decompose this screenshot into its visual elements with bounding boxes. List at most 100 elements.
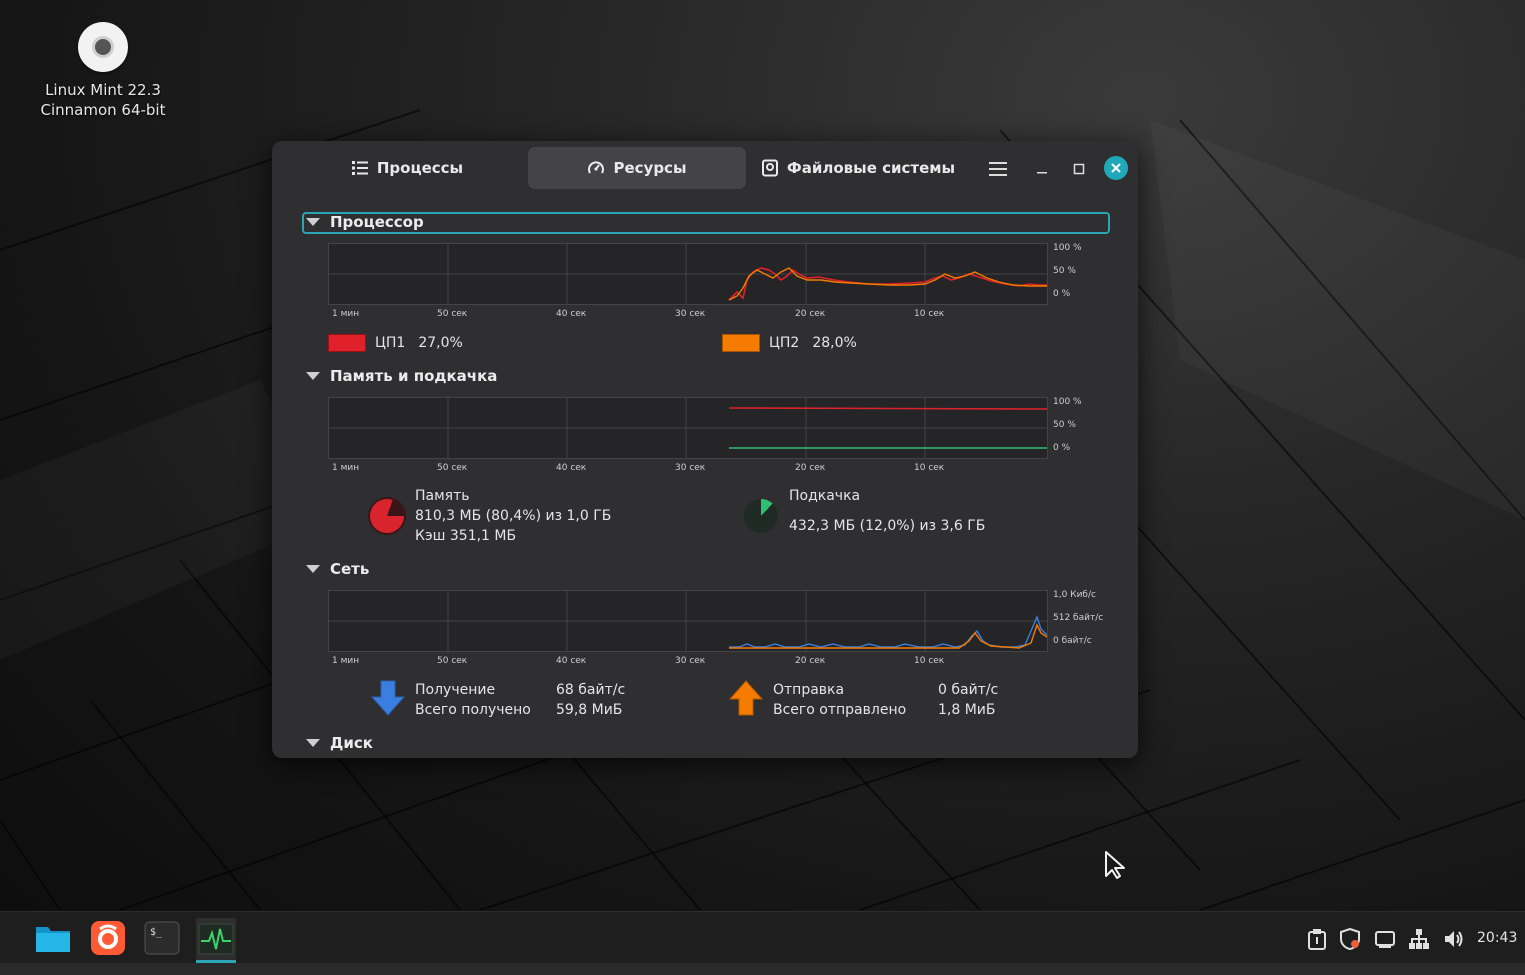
- memory-value: 810,3 МБ (80,4%) из 1,0 ГБ: [415, 508, 612, 524]
- swap-value: 432,3 МБ (12,0%) из 3,6 ГБ: [789, 518, 986, 534]
- desktop-icon-linux-mint-disc[interactable]: Linux Mint 22.3 Cinnamon 64-bit: [30, 22, 176, 120]
- cpu-y-tick: 100 %: [1053, 243, 1082, 253]
- disk-icon: [761, 159, 778, 177]
- memory-y-tick: 0 %: [1053, 443, 1071, 453]
- send-arrow-icon[interactable]: [729, 680, 763, 716]
- memory-time-tick: 40 сек: [556, 463, 587, 473]
- send-values: 0 байт/с 1,8 МиБ: [938, 680, 998, 720]
- cpu1-color-swatch[interactable]: [328, 334, 366, 352]
- tab-processes[interactable]: Процессы: [322, 147, 492, 189]
- disk-section-title: Диск: [330, 734, 373, 752]
- taskbar-firefox-button[interactable]: [88, 918, 128, 958]
- shield-update-icon[interactable]: [1339, 928, 1361, 950]
- network-section-title: Сеть: [330, 560, 370, 578]
- memory-section-header[interactable]: Память и подкачка: [306, 367, 497, 385]
- disc-icon: [78, 22, 128, 72]
- network-section-header[interactable]: Сеть: [306, 560, 369, 578]
- receive-rate: 68 байт/с: [556, 682, 626, 698]
- mouse-cursor-icon: [1105, 851, 1125, 879]
- display-icon[interactable]: [1374, 928, 1396, 950]
- receive-label: Получение: [415, 682, 496, 698]
- close-icon: [1111, 163, 1121, 173]
- memory-y-tick: 100 %: [1053, 397, 1082, 407]
- clipboard-icon[interactable]: [1306, 928, 1328, 950]
- network-time-tick: 20 сек: [795, 656, 826, 666]
- send-label: Отправка: [773, 682, 845, 698]
- cpu-graph-plot: [329, 244, 1047, 304]
- cpu2-label: ЦП2: [769, 335, 800, 351]
- taskbar-terminal-button[interactable]: $_: [142, 918, 182, 958]
- system-monitor-window: Процессы Ресурсы Файловые системы Процес…: [272, 141, 1138, 758]
- network-y-tick: 1,0 Киб/с: [1053, 590, 1096, 600]
- expander-triangle-icon: [306, 739, 320, 747]
- cpu2-color-swatch[interactable]: [722, 334, 760, 352]
- taskbar-clock[interactable]: 20:43: [1477, 930, 1517, 946]
- system-monitor-icon: [198, 923, 234, 955]
- memory-time-tick: 10 сек: [914, 463, 945, 473]
- expander-triangle-icon: [306, 565, 320, 573]
- cpu1-value: 27,0%: [418, 335, 463, 351]
- cpu2-legend[interactable]: ЦП2 28,0%: [722, 334, 857, 352]
- cpu-time-tick: 20 сек: [795, 309, 826, 319]
- cpu-time-tick: 10 сек: [914, 309, 945, 319]
- swap-pie-chart[interactable]: [744, 499, 778, 533]
- volume-icon[interactable]: [1443, 928, 1465, 950]
- tab-processes-label: Процессы: [376, 159, 464, 177]
- tab-resources-label: Ресурсы: [613, 159, 687, 177]
- panel-bottom-edge: [0, 963, 1525, 975]
- hamburger-icon: [989, 162, 1007, 176]
- memory-time-tick: 50 сек: [437, 463, 468, 473]
- folder-icon: [36, 927, 70, 952]
- memory-time-tick: 30 сек: [675, 463, 706, 473]
- taskbar: $_ 20:43: [0, 911, 1525, 964]
- receive-arrow-icon[interactable]: [371, 680, 405, 716]
- cpu-history-graph: [328, 243, 1048, 305]
- send-rate: 0 байт/с: [938, 682, 999, 698]
- network-time-tick: 1 мин: [332, 656, 360, 666]
- cpu-section-title: Процессор: [330, 213, 424, 231]
- cpu1-legend[interactable]: ЦП1 27,0%: [328, 334, 463, 352]
- swap-title: Подкачка: [789, 488, 861, 504]
- taskbar-files-button[interactable]: [33, 918, 73, 958]
- cpu-y-tick: 50 %: [1053, 266, 1076, 276]
- firefox-icon: [91, 921, 125, 955]
- svg-text:$_: $_: [150, 927, 163, 938]
- network-time-tick: 30 сек: [675, 656, 706, 666]
- cpu-time-tick: 40 сек: [556, 309, 587, 319]
- cpu1-label: ЦП1: [375, 335, 406, 351]
- network-y-tick: 512 байт/с: [1053, 613, 1104, 623]
- swap-info: Подкачка 432,3 МБ (12,0%) из 3,6 ГБ: [789, 486, 985, 536]
- tab-filesystems-label: Файловые системы: [786, 159, 956, 177]
- memory-time-tick: 20 сек: [795, 463, 826, 473]
- tab-resources[interactable]: Ресурсы: [528, 147, 746, 189]
- minimize-button[interactable]: [1029, 156, 1055, 182]
- network-graph-plot: [329, 591, 1047, 651]
- memory-pie-chart[interactable]: [370, 499, 404, 533]
- window-header: Процессы Ресурсы Файловые системы: [272, 141, 1138, 197]
- memory-time-tick: 1 мин: [332, 463, 360, 473]
- maximize-button[interactable]: [1066, 156, 1092, 182]
- cpu-y-tick: 0 %: [1053, 289, 1071, 299]
- desktop-icon-label-line1: Linux Mint 22.3: [45, 81, 161, 99]
- maximize-icon: [1073, 163, 1085, 175]
- tab-filesystems[interactable]: Файловые системы: [758, 147, 958, 189]
- gauge-icon: [588, 161, 605, 174]
- receive-info: Получение Всего получено: [415, 680, 531, 720]
- network-time-tick: 10 сек: [914, 656, 945, 666]
- network-y-tick: 0 байт/с: [1053, 636, 1092, 646]
- memory-title: Память: [415, 488, 470, 504]
- taskbar-system-monitor-button[interactable]: [196, 918, 236, 963]
- disk-section-header[interactable]: Диск: [306, 734, 373, 752]
- network-history-graph: [328, 590, 1048, 652]
- memory-cache: Кэш 351,1 МБ: [415, 528, 517, 544]
- minimize-icon: [1037, 172, 1047, 174]
- memory-section-title: Память и подкачка: [330, 367, 498, 385]
- close-button[interactable]: [1104, 156, 1128, 180]
- desktop-icon-label-line2: Cinnamon 64-bit: [40, 101, 166, 119]
- network-icon[interactable]: [1408, 928, 1430, 950]
- cpu-section-header[interactable]: Процессор: [306, 213, 424, 231]
- expander-triangle-icon: [306, 372, 320, 380]
- network-time-tick: 40 сек: [556, 656, 587, 666]
- receive-total-label: Всего получено: [415, 702, 531, 718]
- menu-button[interactable]: [985, 156, 1011, 182]
